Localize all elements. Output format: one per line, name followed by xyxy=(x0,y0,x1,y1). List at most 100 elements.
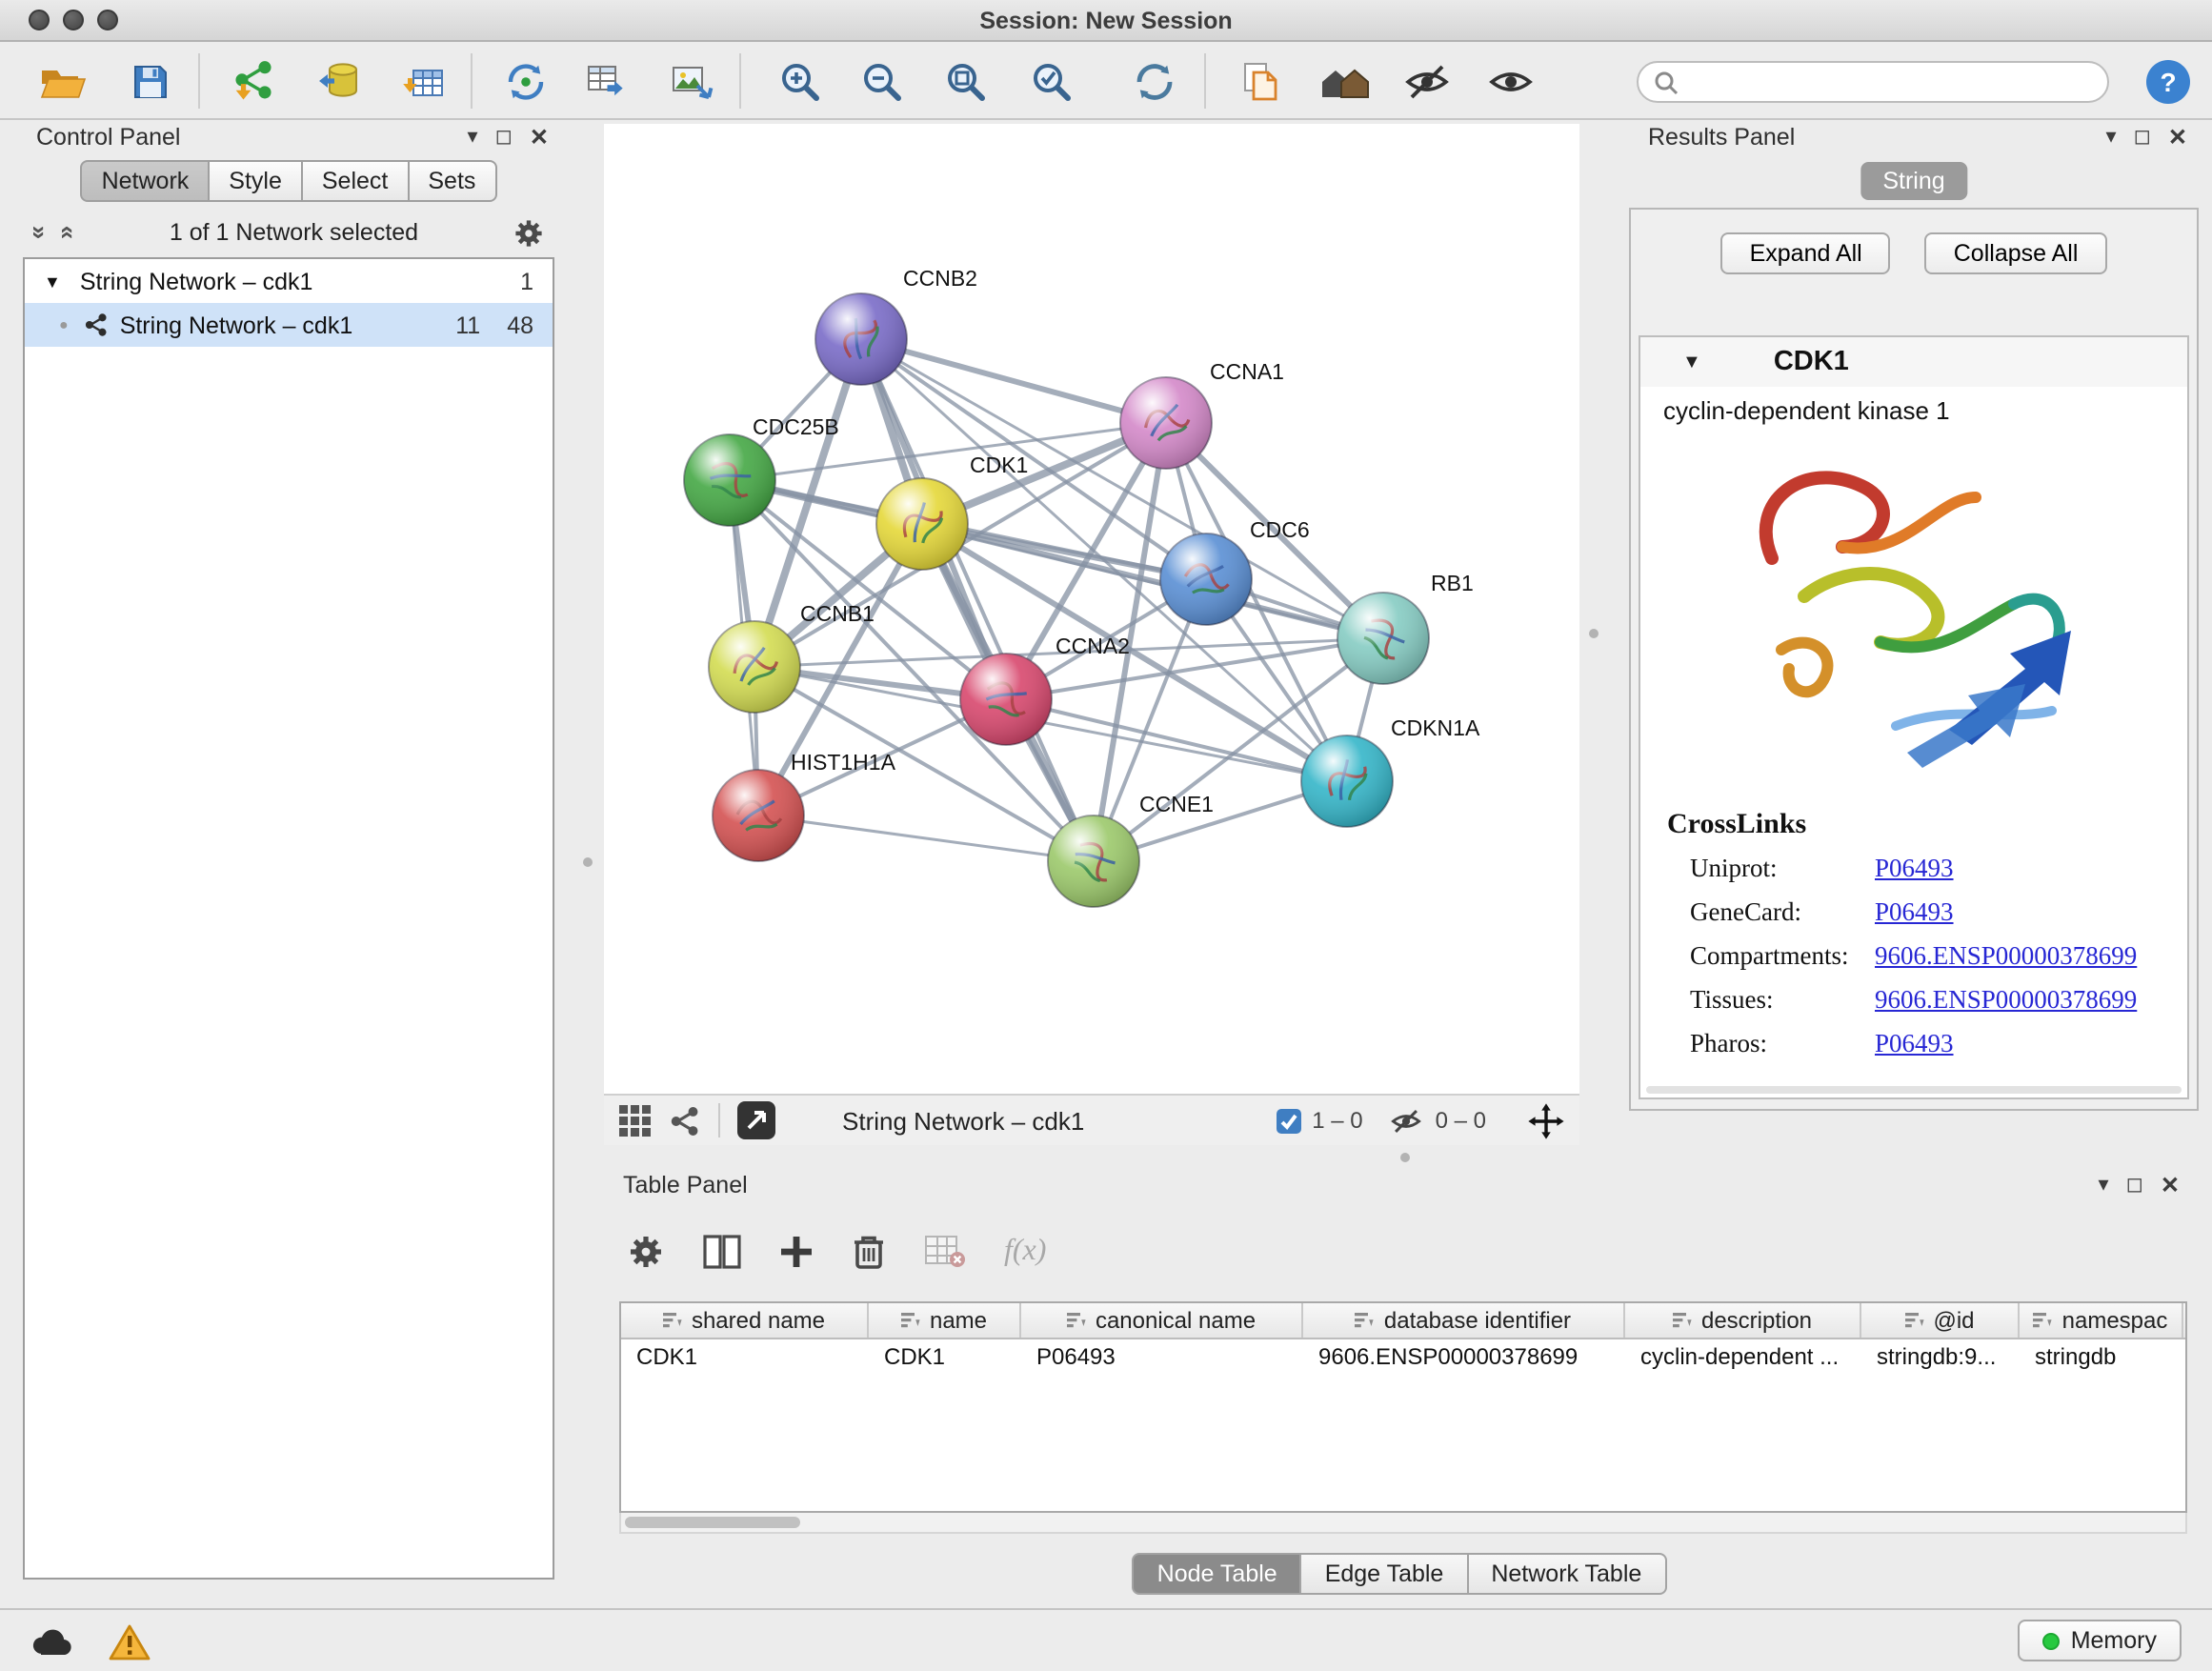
warnings-button[interactable] xyxy=(101,1620,158,1665)
column-header-canonical-name[interactable]: canonical name xyxy=(1021,1303,1303,1338)
network-row[interactable]: ● String Network – cdk1 11 48 xyxy=(25,303,553,347)
network-node-CCNE1[interactable]: CCNE1 xyxy=(1048,792,1214,907)
table-panel-float-icon[interactable]: ◻ xyxy=(2126,1168,2143,1202)
open-session-button[interactable] xyxy=(30,55,95,109)
control-panel-close-icon[interactable]: ✕ xyxy=(530,120,549,154)
memory-button[interactable]: Memory xyxy=(2018,1620,2182,1661)
new-table-button[interactable] xyxy=(573,55,638,109)
gene-section-header[interactable]: ▼ CDK1 xyxy=(1640,337,2187,387)
export-view-icon[interactable] xyxy=(737,1101,775,1139)
home-icon xyxy=(1318,61,1372,103)
collapse-all-button[interactable]: Collapse All xyxy=(1925,232,2107,274)
export-image-button[interactable] xyxy=(659,55,724,109)
table-cell[interactable]: stringdb xyxy=(2020,1339,2183,1374)
control-tab-sets[interactable]: Sets xyxy=(409,160,496,202)
show-columns-icon[interactable] xyxy=(703,1235,741,1269)
control-tab-network[interactable]: Network xyxy=(81,160,211,202)
network-node-CDK1[interactable]: CDK1 xyxy=(876,453,1028,570)
table-options-gear-icon[interactable] xyxy=(627,1233,665,1271)
expand-all-button[interactable]: Expand All xyxy=(1721,232,1891,274)
network-graph[interactable]: CCNB2CCNA1CDC25BCDK1CDC6RB1CCNB1CCNA2CDK… xyxy=(604,124,1579,1094)
table-cell[interactable]: CDK1 xyxy=(621,1339,869,1374)
column-header-database-identifier[interactable]: database identifier xyxy=(1303,1303,1625,1338)
control-panel-collapse-icon[interactable]: ▾ xyxy=(468,120,478,154)
tree-expander-icon[interactable]: ▼ xyxy=(44,272,61,291)
zoom-in-button[interactable] xyxy=(768,55,833,109)
network-node-RB1[interactable]: RB1 xyxy=(1337,571,1474,684)
selected-checkbox-icon[interactable] xyxy=(1276,1108,1300,1133)
table-horizontal-scrollbar[interactable] xyxy=(619,1513,2187,1534)
zoom-fit-button[interactable] xyxy=(934,55,998,109)
bottom-splitter-handle[interactable] xyxy=(1400,1153,1410,1162)
zoom-selected-button[interactable] xyxy=(1019,55,1084,109)
table-panel-close-icon[interactable]: ✕ xyxy=(2161,1168,2180,1202)
help-button[interactable]: ? xyxy=(2136,55,2201,109)
delete-column-trash-icon[interactable] xyxy=(852,1233,886,1271)
network-edge[interactable] xyxy=(861,339,1094,861)
column-header--id[interactable]: @id xyxy=(1861,1303,2020,1338)
hidden-eye-slash-icon[interactable] xyxy=(1390,1106,1424,1135)
zoom-out-button[interactable] xyxy=(850,55,915,109)
birdseye-grid-icon[interactable] xyxy=(619,1104,652,1137)
table-cell[interactable]: 9606.ENSP00000378699 xyxy=(1303,1339,1625,1374)
table-row[interactable]: CDK1CDK1P064939606.ENSP00000378699cyclin… xyxy=(621,1339,2185,1374)
import-network-database-button[interactable] xyxy=(307,55,372,109)
control-tab-select[interactable]: Select xyxy=(303,160,410,202)
table-tab-network-table[interactable]: Network Table xyxy=(1468,1553,1666,1595)
add-column-plus-icon[interactable] xyxy=(779,1235,814,1269)
table-tab-edge-table[interactable]: Edge Table xyxy=(1302,1553,1469,1595)
crosslink-link[interactable]: P06493 xyxy=(1875,897,1954,928)
collapse-all-chevron-icon[interactable]: « xyxy=(57,226,80,239)
copy-button[interactable] xyxy=(1227,55,1292,109)
network-node-CDKN1A[interactable]: CDKN1A xyxy=(1301,715,1480,827)
network-node-CCNA1[interactable]: CCNA1 xyxy=(1120,359,1284,469)
crosslink-link[interactable]: P06493 xyxy=(1875,854,1954,884)
right-splitter-handle[interactable] xyxy=(1589,629,1599,638)
control-tab-style[interactable]: Style xyxy=(210,160,303,202)
scrollbar-thumb[interactable] xyxy=(625,1517,800,1528)
network-options-gear-icon[interactable] xyxy=(513,216,545,249)
crosslink-link[interactable]: 9606.ENSP00000378699 xyxy=(1875,985,2137,1016)
import-table-file-button[interactable] xyxy=(391,55,455,109)
network-edge[interactable] xyxy=(758,815,1094,861)
table-cell[interactable]: CDK1 xyxy=(869,1339,1021,1374)
control-panel-float-icon[interactable]: ◻ xyxy=(495,120,513,154)
network-node-CDC6[interactable]: CDC6 xyxy=(1160,517,1310,625)
network-overview-icon[interactable] xyxy=(669,1104,701,1137)
crosslink-link[interactable]: 9606.ENSP00000378699 xyxy=(1875,941,2137,972)
table-cell[interactable]: cyclin-dependent ... xyxy=(1625,1339,1861,1374)
results-panel-close-icon[interactable]: ✕ xyxy=(2168,120,2187,154)
refresh-view-button[interactable] xyxy=(1122,55,1187,109)
table-cell[interactable]: P06493 xyxy=(1021,1339,1303,1374)
gene-collapse-triangle-icon[interactable]: ▼ xyxy=(1682,352,1701,372)
table-panel-collapse-icon[interactable]: ▾ xyxy=(2099,1168,2109,1202)
new-network-from-selection-button[interactable] xyxy=(493,55,558,109)
search-field[interactable] xyxy=(1637,61,2109,103)
network-collection-row[interactable]: ▼ String Network – cdk1 1 xyxy=(25,259,553,303)
show-graphics-button[interactable] xyxy=(1478,55,1543,109)
column-header-namespac[interactable]: namespac xyxy=(2020,1303,2183,1338)
eye-slash-icon xyxy=(1402,61,1452,103)
table-cell[interactable]: stringdb:9... xyxy=(1861,1339,2020,1374)
network-edge[interactable] xyxy=(1006,699,1347,781)
cloud-status-button[interactable] xyxy=(23,1620,80,1665)
network-node-HIST1H1A[interactable]: HIST1H1A xyxy=(713,750,896,861)
save-session-button[interactable] xyxy=(118,55,183,109)
expand-all-chevron-icon[interactable]: » xyxy=(28,226,50,239)
crosslink-link[interactable]: P06493 xyxy=(1875,1029,1954,1059)
column-header-description[interactable]: description xyxy=(1625,1303,1861,1338)
results-panel-float-icon[interactable]: ◻ xyxy=(2134,120,2151,154)
home-button[interactable] xyxy=(1313,55,1377,109)
column-header-shared-name[interactable]: shared name xyxy=(621,1303,869,1338)
left-splitter-handle[interactable] xyxy=(583,857,593,867)
tab-string[interactable]: String xyxy=(1860,162,1967,200)
network-canvas[interactable]: CCNB2CCNA1CDC25BCDK1CDC6RB1CCNB1CCNA2CDK… xyxy=(604,124,1579,1094)
hide-graphics-button[interactable] xyxy=(1395,55,1459,109)
search-input[interactable] xyxy=(1688,69,2092,95)
import-network-file-button[interactable] xyxy=(221,55,286,109)
results-scrollbar[interactable] xyxy=(1646,1086,2182,1094)
results-panel-collapse-icon[interactable]: ▾ xyxy=(2106,120,2117,154)
pan-crosshair-icon[interactable] xyxy=(1528,1102,1564,1138)
column-header-name[interactable]: name xyxy=(869,1303,1021,1338)
table-tab-node-table[interactable]: Node Table xyxy=(1133,1553,1302,1595)
